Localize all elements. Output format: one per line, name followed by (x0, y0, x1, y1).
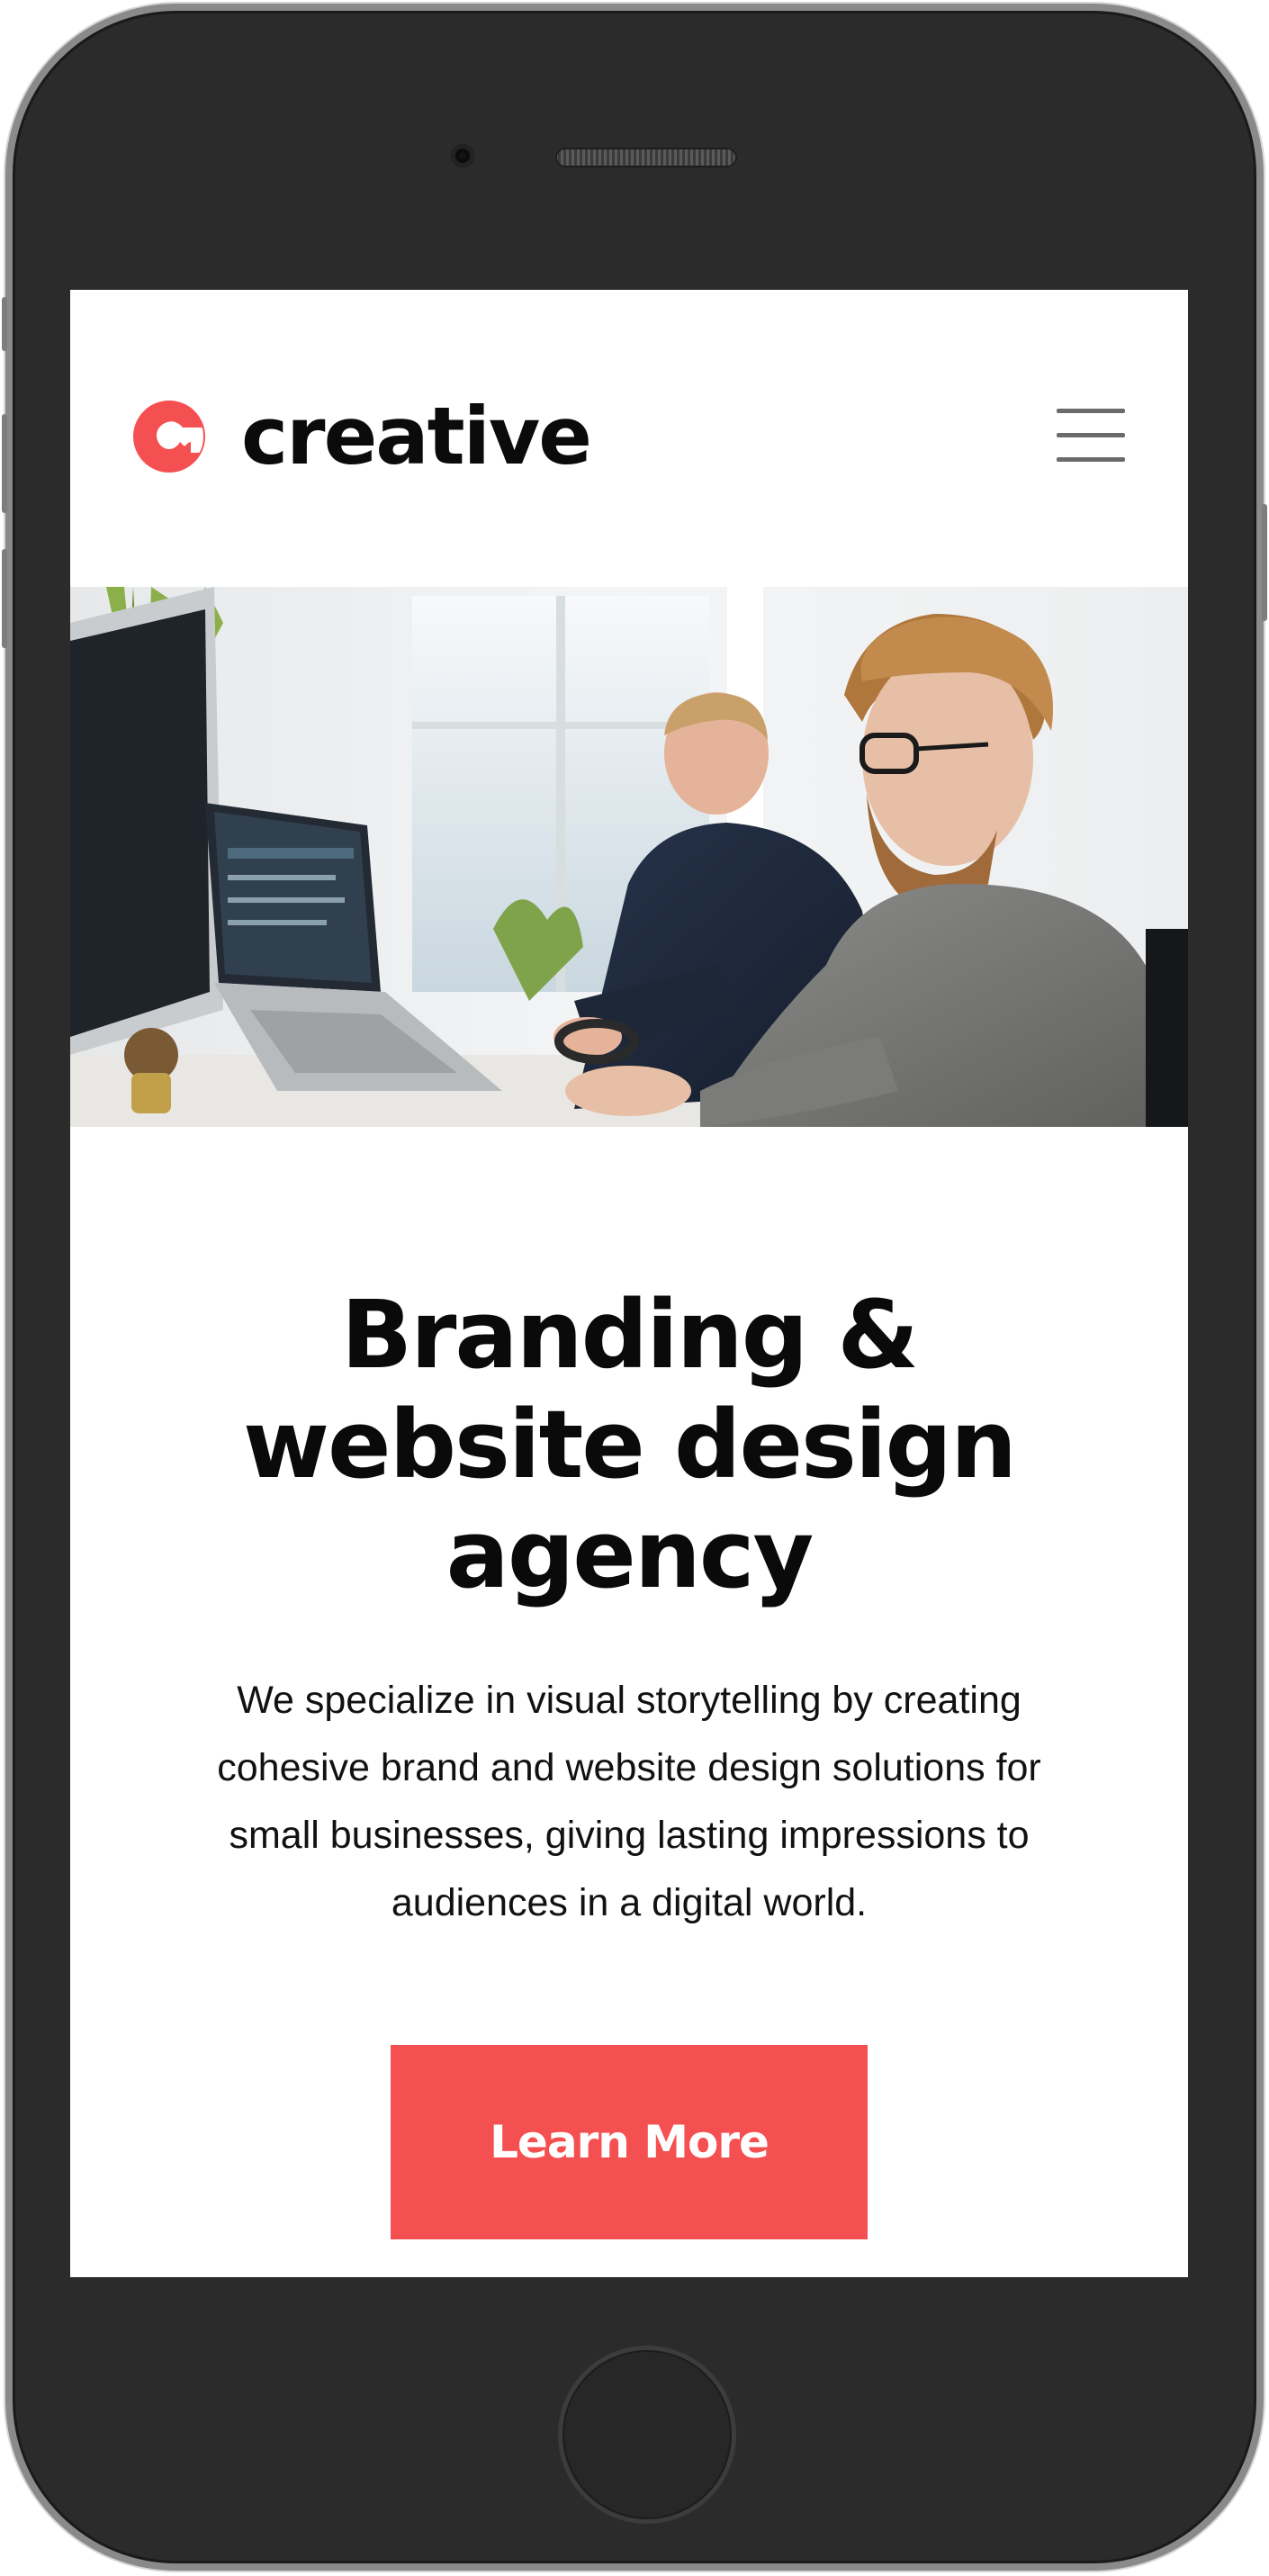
hero-content: Branding & website design agency We spec… (70, 1127, 1188, 2277)
side-button (2, 297, 7, 351)
hero-image (70, 587, 1188, 1127)
front-camera (451, 144, 474, 167)
page-headline: Branding & website design agency (242, 1280, 1017, 1609)
learn-more-button[interactable]: Learn More (391, 2045, 868, 2239)
volume-up-button (2, 414, 7, 513)
c-logo-icon (133, 401, 205, 473)
brand-logo[interactable]: creative (133, 387, 592, 486)
home-button[interactable] (558, 2346, 736, 2524)
site-header: creative (70, 290, 1188, 587)
volume-down-button (2, 549, 7, 648)
brand-name: creative (241, 390, 592, 482)
screen: creative Branding & website design agenc… (70, 290, 1188, 2277)
office-workers-at-computers-photo (70, 587, 1188, 1127)
hamburger-menu-icon[interactable] (1057, 409, 1125, 463)
power-button (1262, 504, 1267, 621)
earpiece-speaker (555, 148, 737, 167)
intro-paragraph: We specialize in visual storytelling by … (217, 1679, 1041, 1924)
